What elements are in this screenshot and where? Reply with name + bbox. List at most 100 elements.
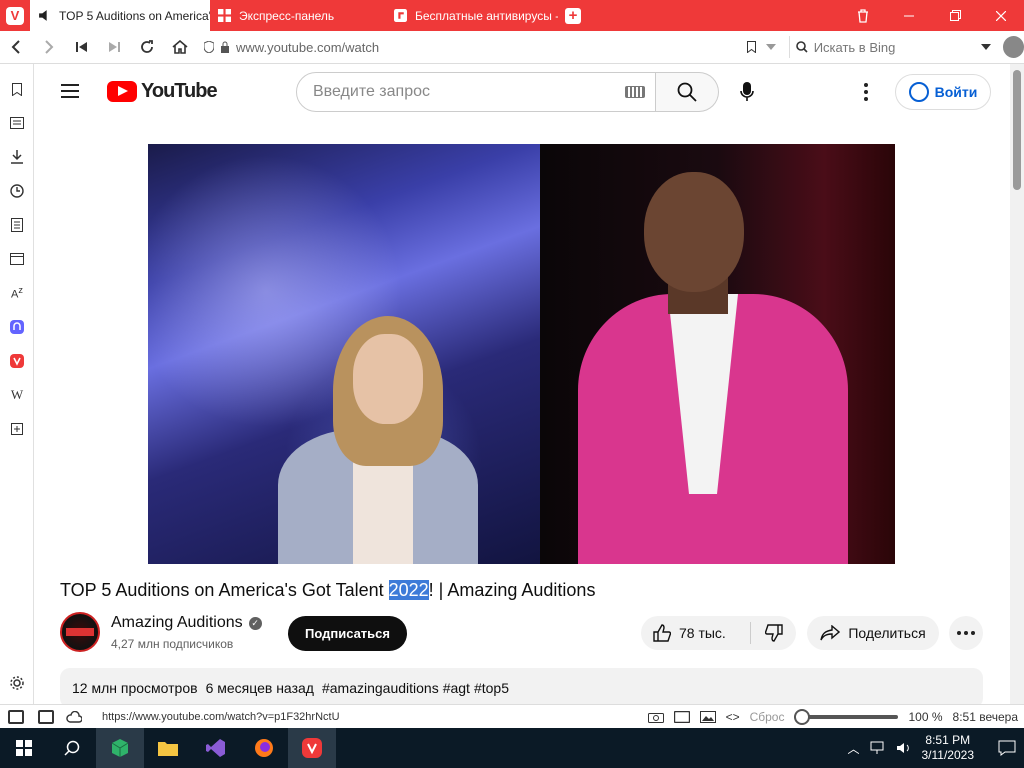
chevron-up-icon[interactable]: ︿ bbox=[847, 740, 859, 757]
subscriber-count: 4,27 млн подписчиков bbox=[111, 637, 234, 651]
plus-icon: + bbox=[565, 7, 581, 24]
address-dropdown-button[interactable] bbox=[761, 44, 780, 50]
cube-icon bbox=[111, 739, 129, 757]
downloads-button[interactable] bbox=[8, 148, 26, 166]
system-clock[interactable]: 8:51 PM 3/11/2023 bbox=[922, 733, 975, 763]
rewind-button[interactable] bbox=[65, 31, 98, 64]
scrollbar-thumb[interactable] bbox=[1013, 70, 1021, 190]
status-url: https://www.youtube.com/watch?v=p1F32hrN… bbox=[102, 710, 340, 723]
search-input[interactable]: Введите запрос bbox=[296, 72, 656, 112]
like-button[interactable]: 78 тыс. bbox=[641, 622, 751, 644]
wikipedia-icon: W bbox=[10, 387, 24, 402]
panel-toggle-icon[interactable] bbox=[8, 709, 24, 724]
share-button[interactable]: Поделиться bbox=[807, 616, 939, 650]
home-icon bbox=[172, 40, 188, 54]
search-icon bbox=[64, 740, 80, 756]
notifications-icon[interactable] bbox=[998, 740, 1016, 756]
hashtag[interactable]: #agt bbox=[443, 680, 470, 696]
fast-forward-button[interactable] bbox=[98, 31, 131, 64]
tab-express-panel[interactable]: Экспресс-панель bbox=[210, 0, 386, 31]
subscribe-button[interactable]: Подписаться bbox=[288, 616, 407, 651]
window-panel-button[interactable] bbox=[8, 250, 26, 268]
taskbar-firefox[interactable] bbox=[240, 728, 288, 768]
sign-in-label: Войти bbox=[934, 84, 978, 100]
reading-list-button[interactable] bbox=[8, 114, 26, 132]
thumbs-down-icon bbox=[764, 624, 783, 642]
visual-studio-icon bbox=[206, 739, 225, 757]
search-button[interactable] bbox=[48, 728, 96, 768]
restore-button[interactable] bbox=[932, 0, 978, 31]
channel-name[interactable]: Amazing Auditions ✓ bbox=[111, 614, 262, 632]
youtube-play-icon bbox=[107, 81, 137, 102]
title-bar: V TOP 5 Auditions on America's Got Talen… bbox=[0, 0, 1024, 31]
description-box[interactable]: 12 млн просмотров 6 месяцев назад #amazi… bbox=[60, 668, 983, 704]
wikipedia-button[interactable]: W bbox=[8, 386, 26, 404]
start-button[interactable] bbox=[0, 728, 48, 768]
selected-text: 2022 bbox=[388, 580, 429, 600]
bookmark-page-button[interactable] bbox=[742, 41, 761, 53]
minimize-button[interactable] bbox=[886, 0, 932, 31]
more-vertical-icon bbox=[864, 83, 868, 87]
window-icon[interactable] bbox=[673, 710, 690, 723]
keyboard-icon[interactable] bbox=[625, 86, 645, 98]
image-icon[interactable] bbox=[699, 710, 716, 723]
antivirus-icon bbox=[394, 9, 407, 22]
voice-search-button[interactable] bbox=[733, 78, 761, 106]
code-icon[interactable]: <> bbox=[726, 710, 740, 724]
taskbar-app-cube[interactable] bbox=[96, 728, 144, 768]
vivaldi-menu-button[interactable]: V bbox=[0, 0, 30, 31]
tab-antivirus[interactable]: Бесплатные антивирусы - скачать bbox=[386, 0, 558, 31]
translate-button[interactable]: Az bbox=[8, 284, 26, 302]
close-button[interactable] bbox=[978, 0, 1024, 31]
zoom-slider-thumb[interactable] bbox=[794, 708, 811, 725]
zoom-reset-label[interactable]: Сброс bbox=[750, 710, 785, 724]
youtube-logo[interactable]: YouTube bbox=[107, 80, 218, 103]
vivaldi-panel-button[interactable] bbox=[8, 352, 26, 370]
address-bar: www.youtube.com/watch Искать в Bing bbox=[0, 31, 1024, 64]
dislike-button[interactable] bbox=[751, 624, 796, 642]
cloud-icon[interactable] bbox=[66, 710, 82, 723]
chevron-down-icon[interactable] bbox=[980, 44, 991, 50]
search-engine-field[interactable]: Искать в Bing bbox=[788, 36, 991, 58]
like-count: 78 тыс. bbox=[679, 625, 726, 641]
home-button[interactable] bbox=[163, 31, 196, 64]
settings-menu-button[interactable] bbox=[855, 80, 877, 104]
add-panel-button[interactable] bbox=[8, 420, 26, 438]
video-player[interactable] bbox=[148, 144, 895, 564]
forward-button[interactable] bbox=[33, 31, 66, 64]
search-icon bbox=[795, 41, 808, 53]
search-button[interactable] bbox=[656, 72, 719, 112]
history-button[interactable] bbox=[8, 182, 26, 200]
zoom-slider[interactable] bbox=[794, 708, 899, 725]
reload-button[interactable] bbox=[131, 31, 164, 64]
restore-icon bbox=[949, 10, 961, 21]
mastodon-button[interactable] bbox=[8, 318, 26, 336]
taskbar-file-explorer[interactable] bbox=[144, 728, 192, 768]
windows-taskbar: ︿ 8:51 PM 3/11/2023 bbox=[0, 728, 1024, 768]
new-tab-button[interactable]: + bbox=[558, 0, 588, 31]
camera-icon[interactable] bbox=[647, 711, 664, 723]
window-icon bbox=[10, 253, 24, 265]
menu-button[interactable] bbox=[61, 84, 79, 98]
taskbar-vivaldi[interactable] bbox=[288, 728, 336, 768]
notes-button[interactable] bbox=[8, 216, 26, 234]
url-field[interactable]: www.youtube.com/watch bbox=[204, 40, 742, 55]
sign-in-button[interactable]: Войти bbox=[895, 74, 991, 110]
trash-button[interactable] bbox=[840, 0, 886, 31]
hashtag[interactable]: #top5 bbox=[474, 680, 509, 696]
network-icon[interactable] bbox=[870, 741, 886, 755]
tiling-icon[interactable] bbox=[38, 709, 54, 724]
search-placeholder: Искать в Bing bbox=[813, 39, 896, 55]
tab-youtube[interactable]: TOP 5 Auditions on America's Got Talent bbox=[30, 0, 210, 31]
channel-avatar[interactable] bbox=[60, 612, 100, 652]
profile-avatar[interactable] bbox=[1002, 36, 1024, 58]
settings-button[interactable] bbox=[8, 674, 26, 692]
taskbar-visual-studio[interactable] bbox=[192, 728, 240, 768]
back-button[interactable] bbox=[0, 31, 33, 64]
vivaldi-icon bbox=[302, 738, 322, 758]
bookmarks-panel-button[interactable] bbox=[8, 80, 26, 98]
hashtag[interactable]: #amazingauditions bbox=[322, 680, 439, 696]
page-scrollbar[interactable] bbox=[1010, 64, 1024, 704]
more-actions-button[interactable] bbox=[949, 616, 983, 650]
volume-icon[interactable] bbox=[896, 741, 912, 755]
